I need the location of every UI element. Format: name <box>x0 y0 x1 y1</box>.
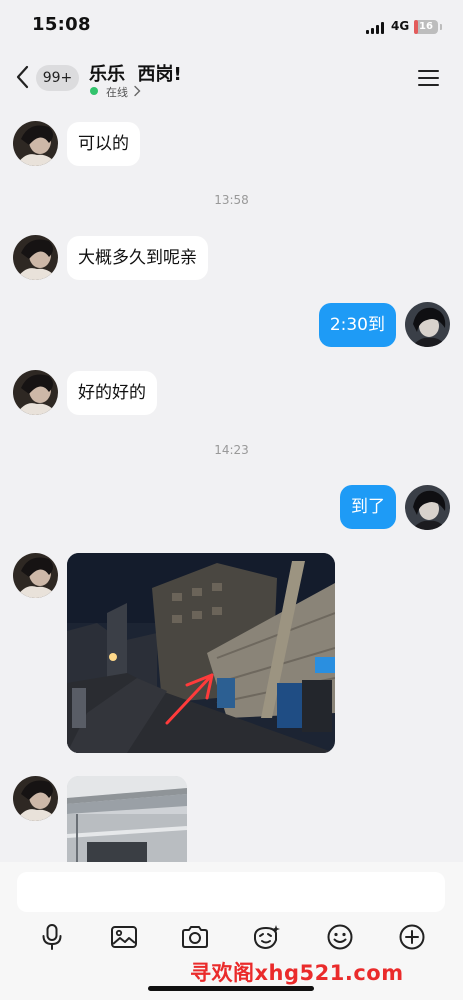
battery-tip <box>440 24 442 30</box>
photo-message-building[interactable] <box>67 776 187 862</box>
message-bubble-outgoing[interactable]: 到了 <box>340 485 396 529</box>
watermark-text: 寻欢阁xhg521.com <box>190 961 404 985</box>
signal-icon <box>366 22 386 34</box>
camera-icon[interactable] <box>180 922 210 952</box>
my-avatar[interactable] <box>405 485 450 530</box>
status-bar: 15:08 4G 16 <box>0 0 463 52</box>
message-timestamp: 13:58 <box>214 193 249 207</box>
contact-avatar[interactable] <box>13 553 58 598</box>
network-type: 4G <box>391 19 410 33</box>
presence-label: 在线 <box>106 86 128 99</box>
chat-title[interactable]: 乐乐 西岗! <box>89 60 182 86</box>
plus-icon[interactable] <box>397 922 427 952</box>
message-bubble-incoming[interactable]: 好的好的 <box>67 371 157 415</box>
status-time: 15:08 <box>32 14 91 35</box>
message-bubble-incoming[interactable]: 可以的 <box>67 122 140 166</box>
chevron-right-icon <box>134 85 141 97</box>
microphone-icon[interactable] <box>37 922 67 952</box>
battery-level: 16 <box>419 21 433 32</box>
hamburger-menu-icon[interactable] <box>418 70 439 87</box>
message-bubble-incoming[interactable]: 大概多久到呢亲 <box>67 236 208 280</box>
contact-avatar[interactable] <box>13 370 58 415</box>
contact-avatar[interactable] <box>13 121 58 166</box>
input-panel: 寻欢阁xhg521.com <box>0 862 463 1000</box>
photo-message-street[interactable] <box>67 553 335 753</box>
sticker-icon[interactable] <box>251 922 281 952</box>
chevron-left-icon[interactable] <box>12 64 34 90</box>
online-dot <box>90 87 98 95</box>
emoji-icon[interactable] <box>325 922 355 952</box>
message-bubble-outgoing[interactable]: 2:30到 <box>318 303 396 347</box>
unread-count-badge[interactable]: 99+ <box>36 65 79 91</box>
message-input[interactable] <box>17 872 445 912</box>
my-avatar[interactable] <box>405 302 450 347</box>
contact-avatar[interactable] <box>13 235 58 280</box>
message-timestamp: 14:23 <box>214 443 249 457</box>
battery-icon: 16 <box>414 20 438 34</box>
image-icon[interactable] <box>109 922 139 952</box>
chat-header: 99+ 乐乐 西岗! 在线 <box>0 52 463 102</box>
home-indicator[interactable] <box>148 986 314 991</box>
contact-avatar[interactable] <box>13 776 58 821</box>
